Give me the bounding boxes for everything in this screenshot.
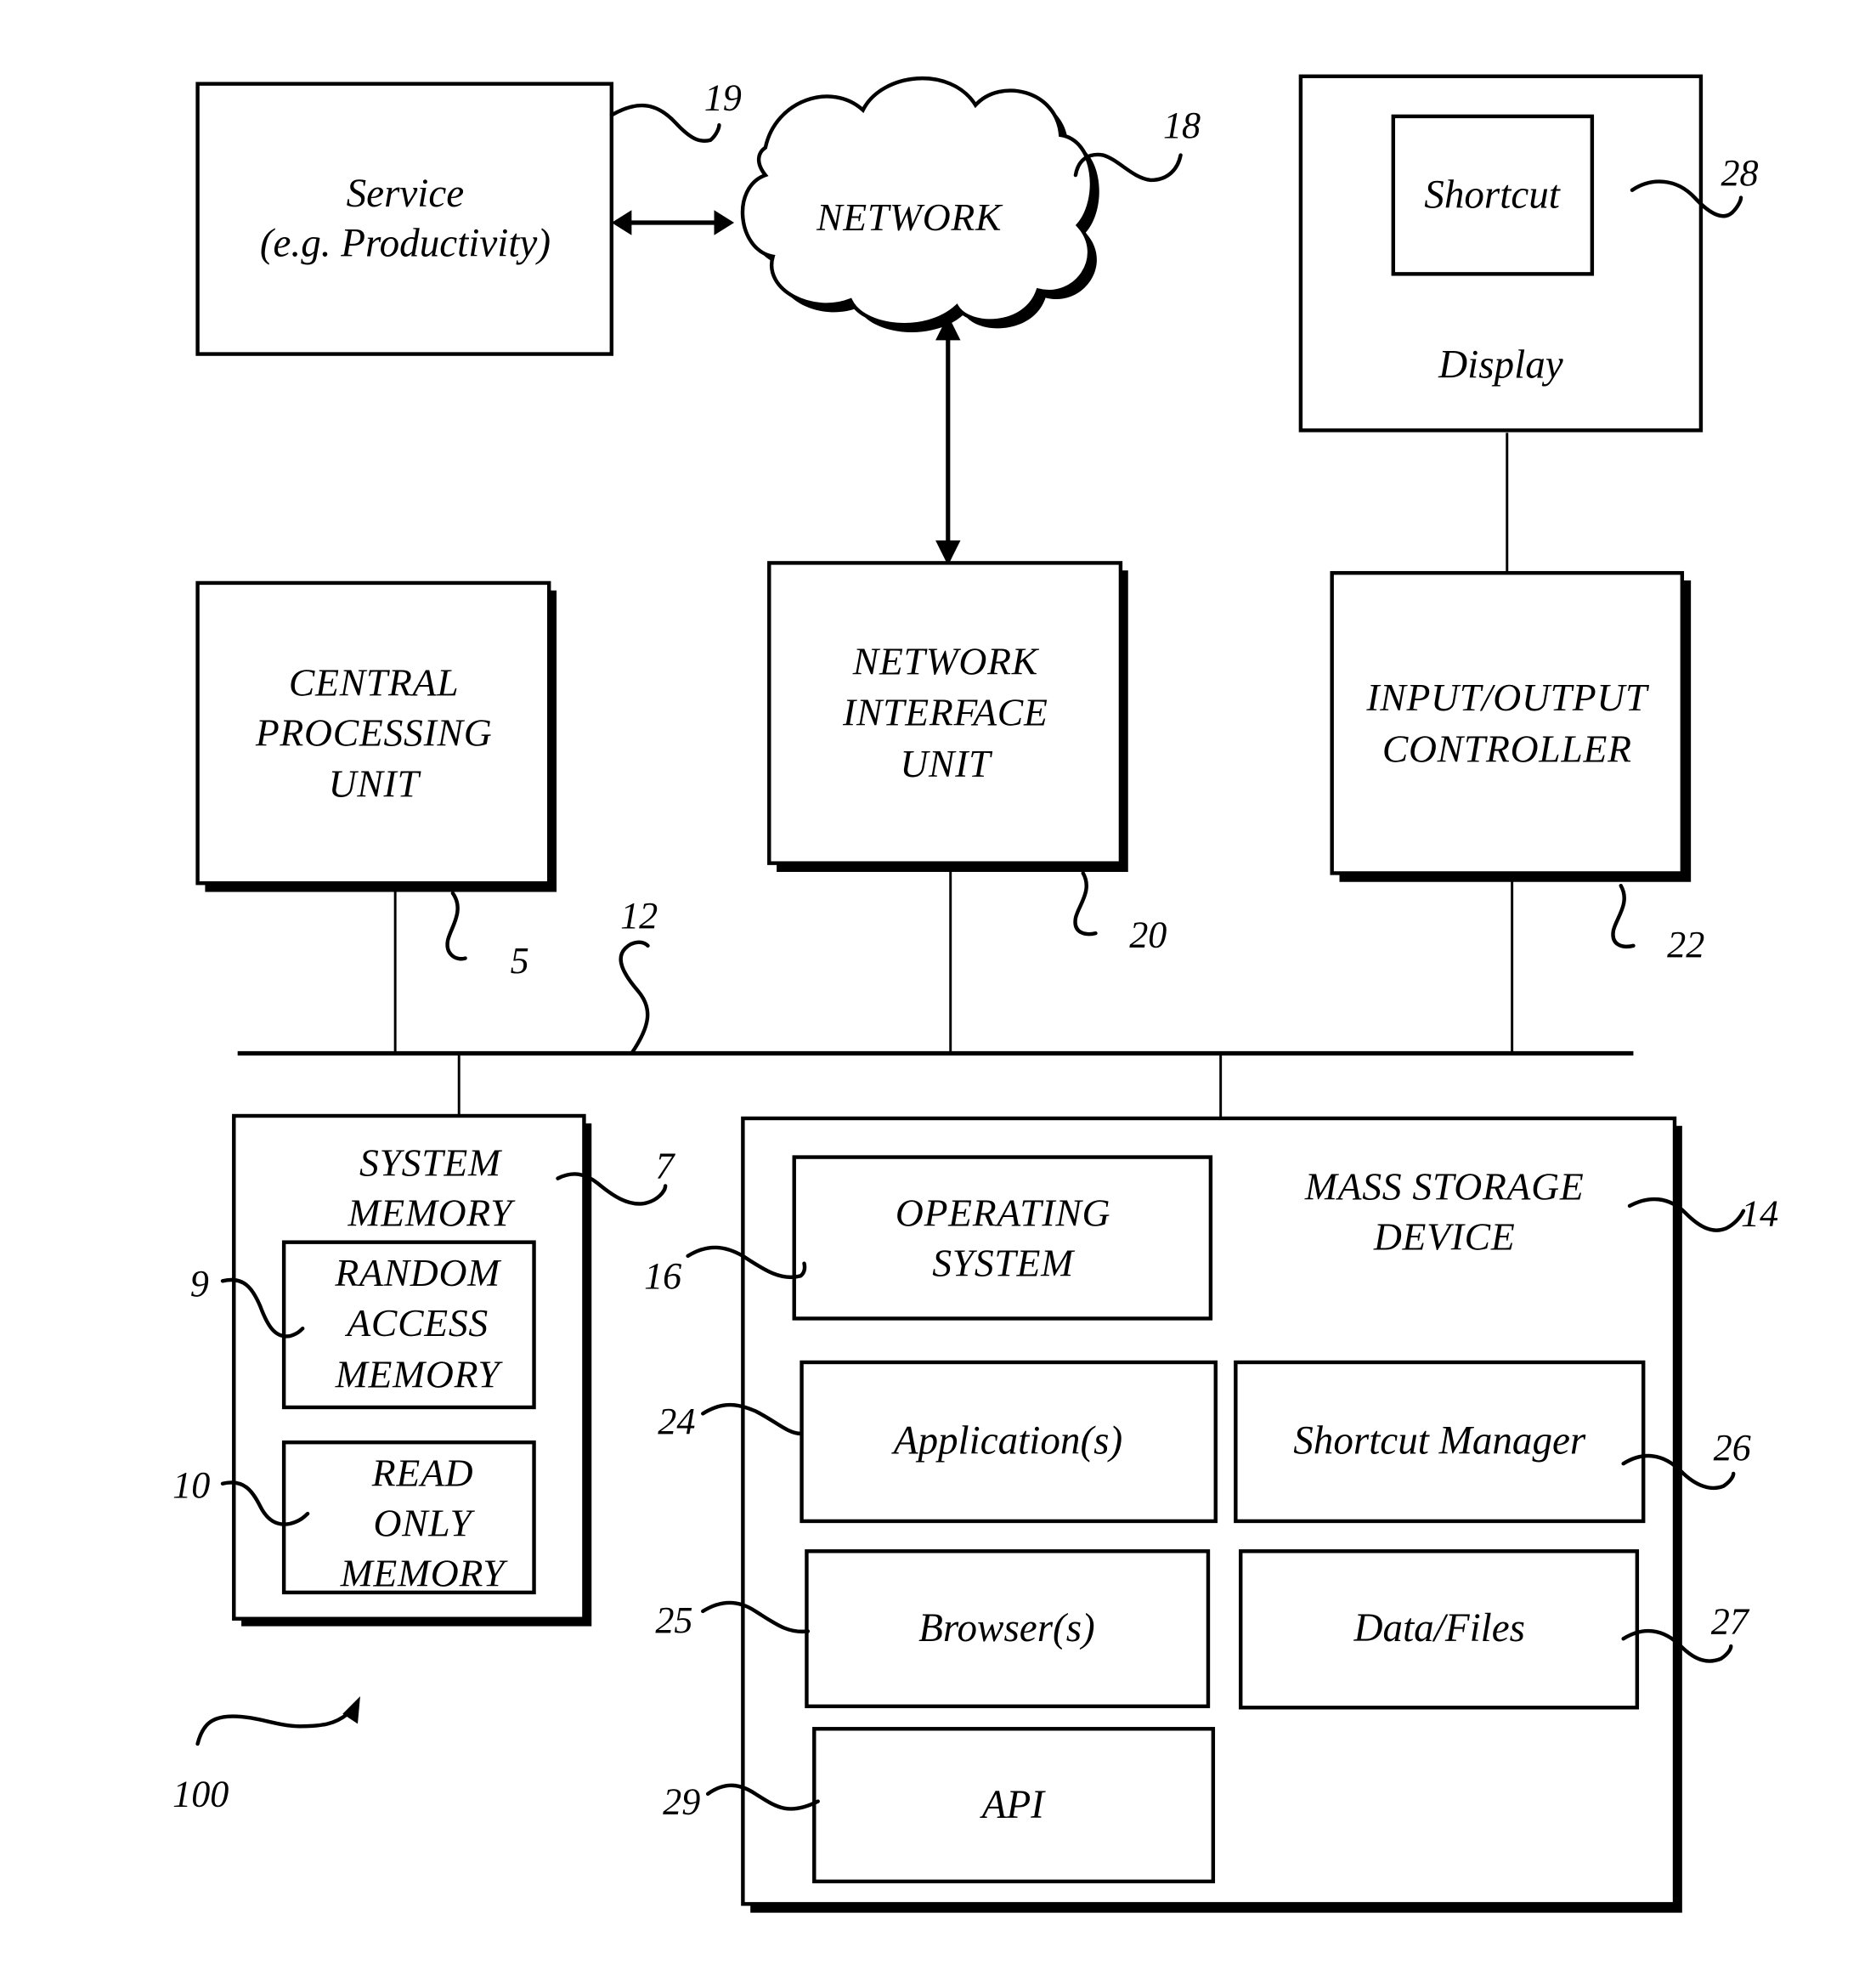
io-leader-line	[1611, 883, 1636, 948]
ram-label-line-1: RANDOM	[334, 1251, 502, 1294]
ram-block: RANDOM ACCESS MEMORY	[281, 1240, 536, 1410]
rom-label-line-3: MEMORY	[340, 1551, 509, 1594]
io-controller-block: INPUT/OUTPUT CONTROLLER	[1330, 570, 1692, 882]
system-ref-number: 100	[172, 1774, 229, 1815]
rom-label-line-1: READ	[371, 1452, 474, 1495]
mass-storage-ref-number: 14	[1741, 1193, 1778, 1235]
io-label-line-1: INPUT/OUTPUT	[1365, 676, 1650, 719]
service-ref-number: 19	[704, 77, 742, 119]
os-label-line-2: SYSTEM	[932, 1241, 1076, 1284]
display-ref-number: 28	[1721, 152, 1758, 194]
os-label-line-1: OPERATING	[896, 1191, 1110, 1235]
ram-ref-number: 9	[190, 1263, 209, 1305]
system-memory-block: SYSTEM MEMORY RANDOM ACCESS MEMORY READ …	[232, 1113, 592, 1627]
browsers-block: Browser(s)	[805, 1549, 1211, 1708]
applications-label: Application(s)	[891, 1418, 1122, 1463]
mass-storage-label-line-1: MASS STORAGE	[1304, 1165, 1585, 1208]
service-label: Service	[347, 172, 465, 216]
cpu-ref-number: 5	[511, 940, 529, 982]
api-block: API	[812, 1727, 1216, 1884]
network-niu-connection	[935, 314, 961, 566]
network-ref-number: 18	[1163, 105, 1201, 146]
api-label: API	[980, 1783, 1047, 1827]
data-files-block: Data/Files	[1239, 1549, 1640, 1710]
shortcut-manager-block: Shortcut Manager	[1234, 1360, 1646, 1524]
network-cloud: NETWORK	[740, 76, 1099, 332]
shortcut-manager-ref-number: 26	[1714, 1427, 1751, 1469]
data-files-ref-number: 27	[1711, 1600, 1750, 1642]
niu-label-line-3: UNIT	[900, 742, 993, 785]
data-files-label: Data/Files	[1353, 1606, 1525, 1650]
browsers-label: Browser(s)	[918, 1606, 1095, 1650]
system-ref-arrow-line	[195, 1712, 350, 1746]
rom-ref-number: 10	[172, 1464, 210, 1506]
niu-ref-number: 20	[1129, 914, 1167, 955]
computer-architecture-diagram: Service (e.g. Productivity) 19 NETWORK 1…	[172, 74, 1778, 1913]
service-block: Service (e.g. Productivity)	[195, 82, 614, 356]
mass-storage-label-line-2: DEVICE	[1373, 1215, 1516, 1259]
rom-block: READ ONLY MEMORY	[281, 1440, 536, 1594]
os-ref-number: 16	[644, 1255, 681, 1297]
system-memory-label-line-2: MEMORY	[348, 1191, 517, 1235]
io-label-line-2: CONTROLLER	[1382, 727, 1632, 770]
operating-system-block: OPERATING SYSTEM	[792, 1155, 1213, 1321]
arrowhead-right-icon	[714, 210, 735, 235]
cpu-label-line-3: UNIT	[329, 762, 422, 806]
ram-label-line-3: MEMORY	[335, 1352, 504, 1395]
display-block: Shortcut Display	[1298, 74, 1704, 433]
io-ref-number: 22	[1667, 924, 1704, 965]
cpu-leader-line	[445, 891, 467, 961]
rom-label-line-2: ONLY	[373, 1502, 475, 1545]
ram-label-line-2: ACCESS	[344, 1301, 489, 1344]
browsers-ref-number: 25	[655, 1599, 692, 1641]
bus-ref-number: 12	[620, 895, 658, 937]
service-network-connection	[611, 210, 735, 235]
system-ref-arrowhead-icon	[342, 1695, 360, 1724]
service-sublabel: (e.g. Productivity)	[260, 222, 551, 266]
niu-leader-line	[1073, 871, 1098, 937]
applications-block: Application(s)	[800, 1360, 1218, 1524]
shortcut-label: Shortcut	[1424, 173, 1562, 217]
display-label: Display	[1438, 343, 1563, 388]
cpu-label-line-2: PROCESSING	[255, 710, 493, 754]
niu-label-line-2: INTERFACE	[842, 691, 1048, 734]
api-ref-number: 29	[663, 1780, 700, 1822]
bus-leader-line	[619, 940, 650, 1056]
system-memory-label-line-1: SYSTEM	[359, 1141, 503, 1185]
service-leader-line	[609, 103, 721, 143]
applications-ref-number: 24	[658, 1401, 695, 1442]
system-memory-ref-number: 7	[655, 1146, 675, 1187]
mass-storage-block: MASS STORAGE DEVICE OPERATING SYSTEM App…	[741, 1116, 1682, 1913]
cpu-block: CENTRAL PROCESSING UNIT	[195, 580, 557, 892]
network-interface-unit-block: NETWORK INTERFACE UNIT	[767, 561, 1128, 872]
arrowhead-left-icon	[611, 210, 632, 235]
niu-label-line-1: NETWORK	[852, 639, 1040, 682]
cpu-label-line-1: CENTRAL	[289, 660, 459, 704]
shortcut-manager-label: Shortcut Manager	[1293, 1418, 1586, 1463]
network-label: NETWORK	[816, 195, 1003, 239]
